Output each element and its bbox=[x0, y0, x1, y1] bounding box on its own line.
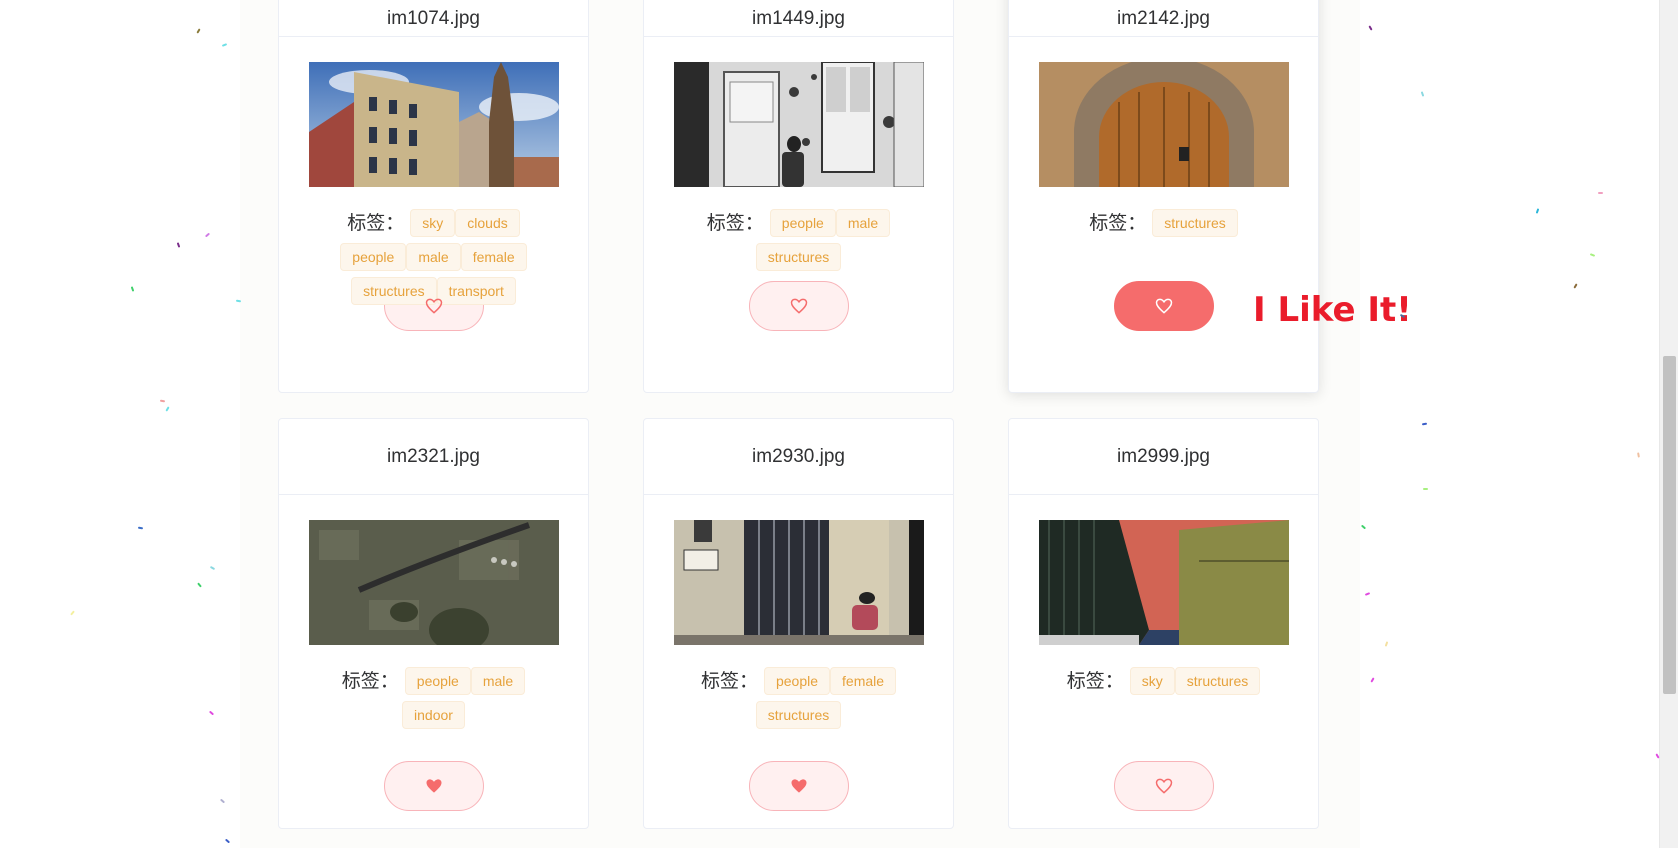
card-header: im1449.jpg bbox=[644, 0, 953, 37]
tag[interactable]: people bbox=[340, 243, 407, 271]
heart-filled-icon bbox=[791, 779, 806, 793]
heart-filled-icon bbox=[426, 779, 441, 793]
tag[interactable]: male bbox=[406, 243, 461, 271]
tag-list: 标签： sky clouds people male female struct… bbox=[309, 209, 558, 305]
heart-outline-icon bbox=[790, 298, 807, 314]
like-popup-text: I Like It! bbox=[1253, 290, 1412, 330]
heart-outline-icon bbox=[425, 298, 442, 314]
tag[interactable]: people bbox=[404, 667, 471, 695]
image-card: im1449.jpg 标签： people male structures bbox=[643, 0, 954, 393]
tag[interactable]: structures bbox=[1152, 209, 1238, 237]
page-scrollbar[interactable] bbox=[1659, 0, 1678, 848]
tag[interactable]: structures bbox=[1174, 667, 1261, 695]
tag-label: 标签： bbox=[706, 212, 764, 234]
tag[interactable]: transport bbox=[436, 277, 516, 305]
tag-list: 标签： people male indoor bbox=[309, 667, 558, 761]
tag[interactable]: structures bbox=[755, 243, 842, 271]
like-button[interactable] bbox=[383, 761, 484, 811]
card-header: im2321.jpg bbox=[279, 419, 588, 495]
tag-label: 标签： bbox=[700, 670, 758, 692]
image-thumbnail[interactable] bbox=[309, 62, 559, 187]
tag[interactable]: indoor bbox=[402, 701, 465, 729]
like-button[interactable] bbox=[748, 761, 849, 811]
tag-list: 标签： sky structures bbox=[1039, 667, 1288, 761]
tag[interactable]: clouds bbox=[455, 209, 520, 237]
card-header: im2999.jpg bbox=[1009, 419, 1318, 495]
image-card: im2930.jpg 标签： people female structures bbox=[643, 418, 954, 829]
heart-outline-icon bbox=[1155, 778, 1172, 794]
card-header: im2930.jpg bbox=[644, 419, 953, 495]
image-card: im1074.jpg 标签： sky clouds people male fe… bbox=[278, 0, 589, 393]
image-thumbnail[interactable] bbox=[309, 520, 559, 645]
tag[interactable]: people bbox=[763, 667, 831, 695]
tag[interactable]: structures bbox=[755, 701, 842, 729]
image-thumbnail[interactable] bbox=[674, 62, 924, 187]
image-file-name: im2142.jpg bbox=[1117, 7, 1210, 29]
tag-label: 标签： bbox=[341, 670, 399, 692]
tag[interactable]: sky bbox=[1129, 667, 1175, 695]
tag[interactable]: male bbox=[835, 209, 891, 237]
tag-label: 标签： bbox=[347, 212, 405, 234]
scrollbar-thumb[interactable] bbox=[1663, 356, 1676, 694]
card-header: im1074.jpg bbox=[279, 0, 588, 37]
image-thumbnail[interactable] bbox=[1039, 62, 1289, 187]
image-thumbnail[interactable] bbox=[1039, 520, 1289, 645]
tag[interactable]: male bbox=[470, 667, 526, 695]
image-thumbnail[interactable] bbox=[674, 520, 924, 645]
heart-outline-icon bbox=[1155, 298, 1172, 314]
like-button[interactable] bbox=[1113, 761, 1214, 811]
tag[interactable]: female bbox=[830, 667, 897, 695]
image-card: im2999.jpg 标签： sky structures bbox=[1008, 418, 1319, 829]
card-header: im2142.jpg bbox=[1009, 0, 1318, 37]
tag-list: 标签： people female structures bbox=[674, 667, 923, 761]
image-file-name: im1449.jpg bbox=[752, 7, 845, 29]
tag-label: 标签： bbox=[1089, 212, 1147, 234]
image-file-name: im2321.jpg bbox=[387, 445, 480, 467]
image-card: im2142.jpg 标签： structures bbox=[1008, 0, 1319, 393]
tag[interactable]: people bbox=[769, 209, 836, 237]
like-button[interactable] bbox=[748, 281, 849, 331]
tag-label: 标签： bbox=[1066, 670, 1124, 692]
image-file-name: im2930.jpg bbox=[752, 445, 845, 467]
image-file-name: im1074.jpg bbox=[387, 7, 480, 29]
image-card: im2321.jpg 标签： people male indoor bbox=[278, 418, 589, 829]
image-file-name: im2999.jpg bbox=[1117, 445, 1210, 467]
tag[interactable]: female bbox=[460, 243, 527, 271]
like-button[interactable] bbox=[1113, 281, 1214, 331]
tag[interactable]: sky bbox=[410, 209, 456, 237]
